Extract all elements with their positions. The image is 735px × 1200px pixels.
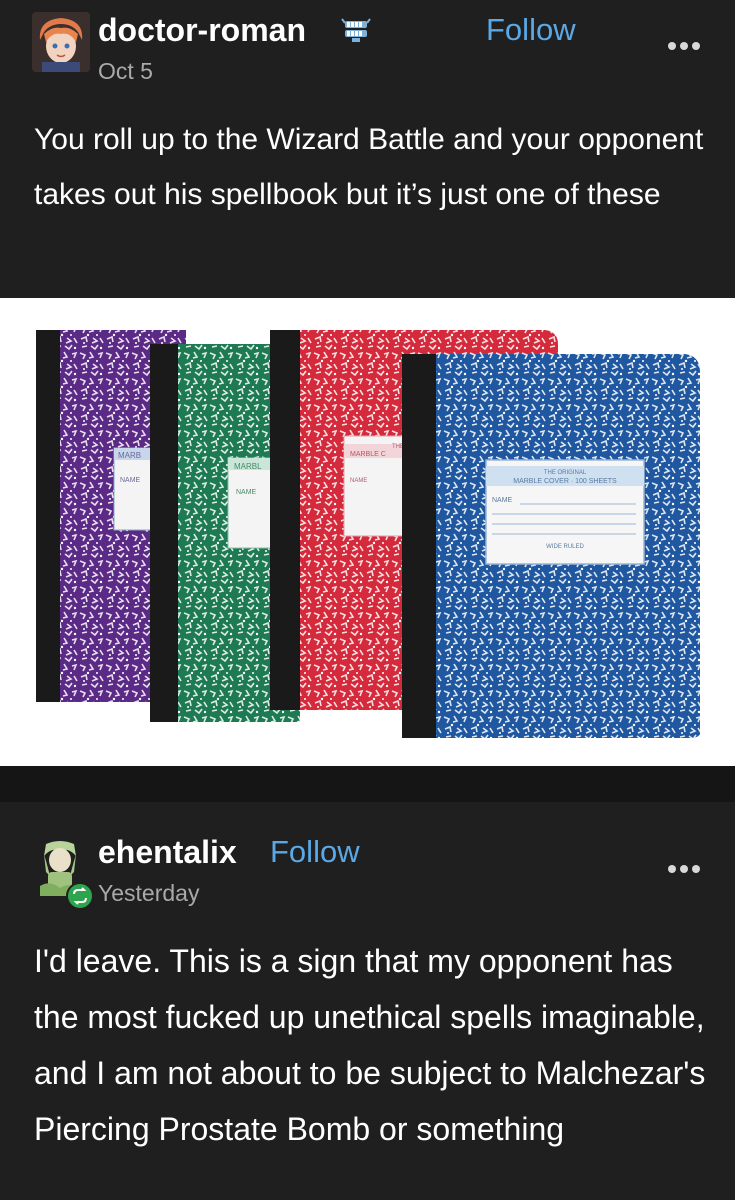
blue-label-name: NAME	[492, 497, 513, 504]
more-dots-icon[interactable]	[664, 37, 704, 57]
purple-label-title: MARB	[118, 451, 141, 460]
avatar[interactable]	[32, 12, 90, 72]
blue-label-title: MARBLE COVER · 100 SHEETS	[513, 478, 617, 485]
post-doctor-roman: doctor-roman Follow Oct 5 You roll up to…	[0, 0, 735, 298]
red-label-title: MARBLE C	[350, 451, 386, 458]
blue-label-ruled: WIDE RULED	[546, 544, 584, 550]
follow-button[interactable]: Follow	[270, 834, 360, 870]
more-dots-icon[interactable]	[664, 860, 704, 880]
blue-label-top: THE ORIGINAL	[544, 470, 587, 476]
green-label-title: MARBL	[234, 462, 262, 471]
purple-label-name: NAME	[120, 477, 141, 484]
post-date[interactable]: Oct 5	[98, 58, 153, 85]
post-date[interactable]: Yesterday	[98, 880, 199, 907]
composition-notebooks-image: MARB NAME MARBL NAME THE MARBLE C NAME T…	[36, 330, 700, 738]
username[interactable]: ehentalix	[98, 834, 237, 871]
post-text: I'd leave. This is a sign that my oppone…	[34, 943, 706, 1147]
username[interactable]: doctor-roman	[98, 12, 306, 49]
notebook-blue: THE ORIGINAL MARBLE COVER · 100 SHEETS N…	[402, 354, 700, 738]
post-image[interactable]: MARB NAME MARBL NAME THE MARBLE C NAME T…	[0, 298, 735, 766]
reblog-icon	[66, 882, 94, 910]
post-text: You roll up to the Wizard Battle and you…	[34, 123, 704, 211]
follow-button[interactable]: Follow	[486, 12, 576, 48]
green-label-name: NAME	[236, 489, 257, 496]
post-separator	[0, 766, 735, 802]
chattering-teeth-icon	[341, 17, 373, 43]
red-label-name: NAME	[350, 478, 367, 484]
